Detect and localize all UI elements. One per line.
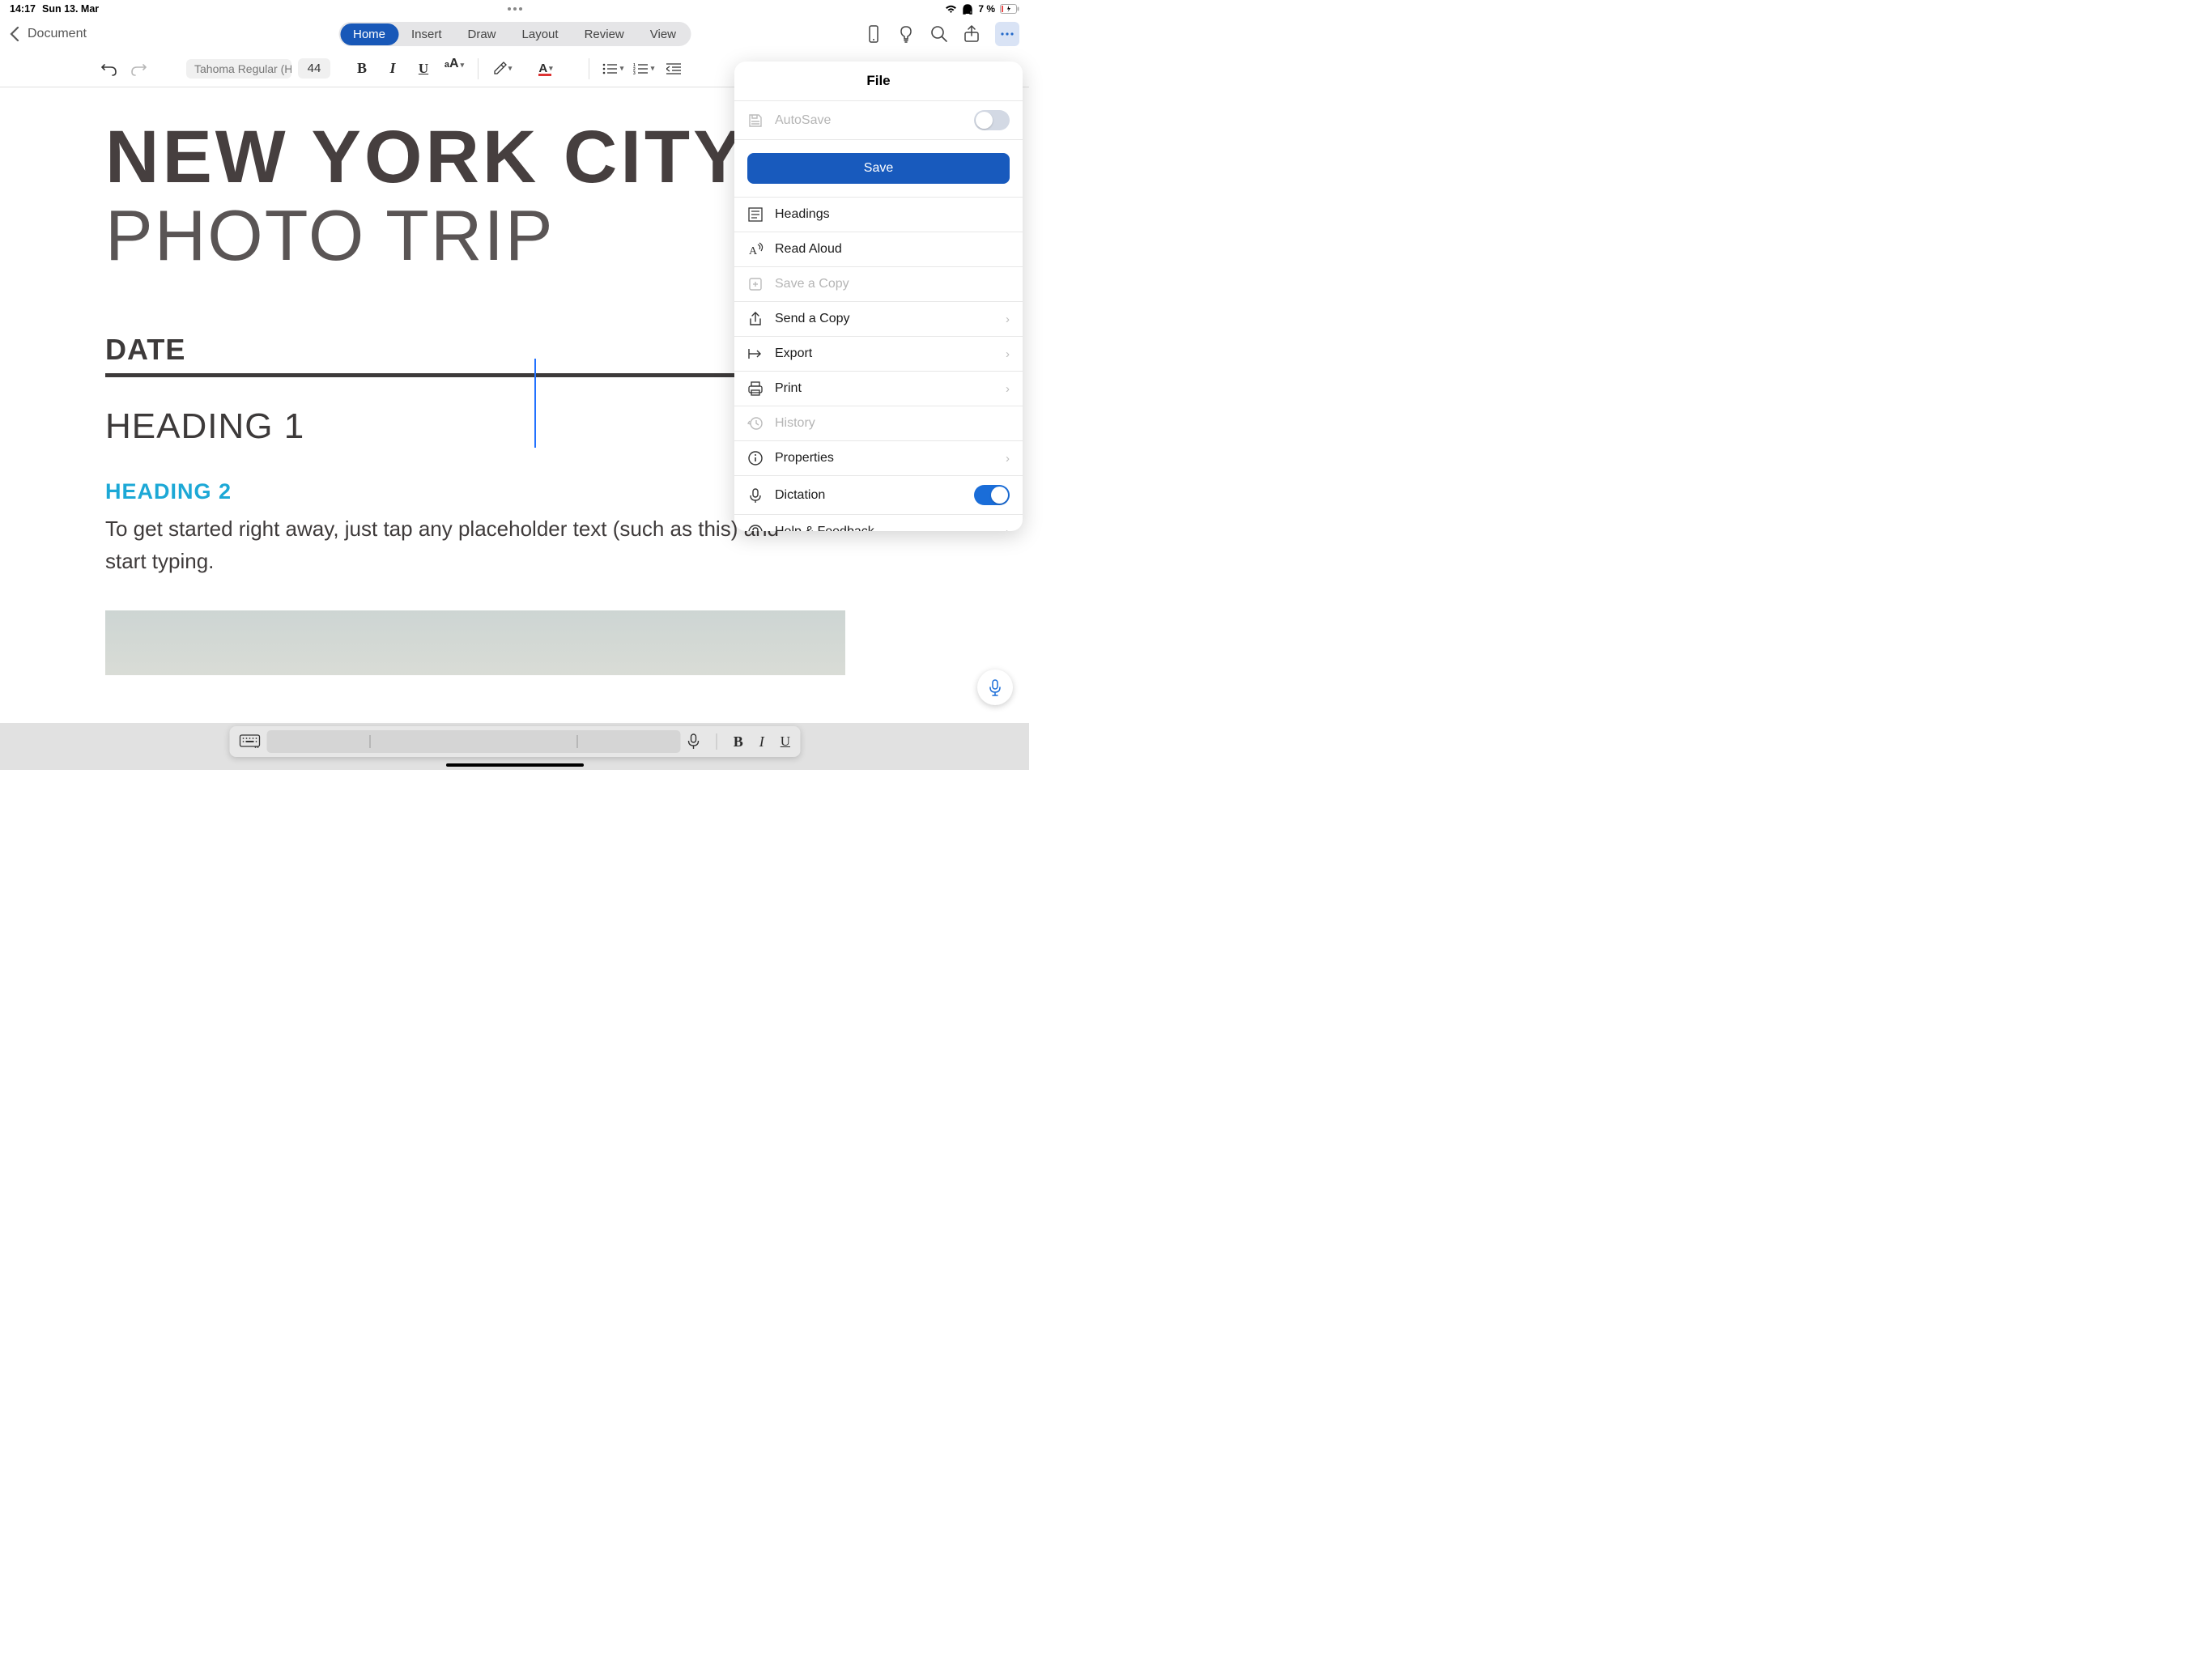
- export-icon: [747, 346, 764, 362]
- help-row[interactable]: Help & Feedback ›: [734, 514, 1023, 531]
- info-icon: [747, 450, 764, 466]
- shortcut-bar: B I U: [229, 726, 800, 757]
- chevron-right-icon: ›: [1006, 382, 1010, 396]
- tell-me-icon[interactable]: [898, 25, 916, 43]
- font-size-input[interactable]: 44: [298, 58, 330, 79]
- headings-label: Headings: [775, 207, 830, 222]
- file-panel-title: File: [734, 62, 1023, 100]
- battery-percent: 7 %: [978, 3, 995, 15]
- tab-review[interactable]: Review: [572, 23, 637, 45]
- read-aloud-row[interactable]: A Read Aloud: [734, 232, 1023, 266]
- multitask-dots[interactable]: [508, 7, 522, 11]
- dictation-row: Dictation: [734, 475, 1023, 514]
- mobile-view-icon[interactable]: [866, 25, 883, 43]
- dictate-icon[interactable]: [687, 733, 700, 750]
- headings-row[interactable]: Headings: [734, 197, 1023, 232]
- home-indicator[interactable]: [446, 763, 584, 767]
- read-aloud-label: Read Aloud: [775, 242, 842, 257]
- history-label: History: [775, 416, 815, 431]
- chevron-right-icon: ›: [1006, 525, 1010, 532]
- tab-home[interactable]: Home: [340, 23, 398, 45]
- chevron-right-icon: ›: [1006, 312, 1010, 326]
- print-label: Print: [775, 381, 802, 396]
- save-copy-row: Save a Copy: [734, 266, 1023, 301]
- back-button[interactable]: Document: [10, 27, 87, 41]
- predictive-text-field[interactable]: [266, 730, 681, 753]
- dictation-toggle[interactable]: [974, 485, 1010, 505]
- mic-icon: [747, 487, 764, 504]
- file-panel: File AutoSave Save Headings A Read Aloud: [734, 62, 1023, 531]
- underline-button[interactable]: U: [411, 57, 436, 81]
- status-bar: 14:17 Sun 13. Mar 7 %: [0, 0, 1029, 18]
- ribbon-tabs: Home Insert Draw Layout Review View: [338, 22, 691, 46]
- undo-button[interactable]: [97, 57, 121, 81]
- save-button[interactable]: Save: [747, 153, 1010, 184]
- send-copy-row[interactable]: Send a Copy ›: [734, 301, 1023, 336]
- status-date: Sun 13. Mar: [42, 3, 99, 15]
- font-color-swatch: [538, 74, 551, 76]
- share-icon[interactable]: [963, 25, 981, 43]
- numbered-list-button[interactable]: 123 ▾: [632, 57, 656, 81]
- bold-button[interactable]: B: [350, 57, 374, 81]
- history-row: History: [734, 406, 1023, 440]
- bullet-list-button[interactable]: ▾: [601, 57, 625, 81]
- document-title: Document: [28, 27, 87, 41]
- dictation-fab[interactable]: [977, 670, 1013, 705]
- help-icon: [747, 524, 764, 531]
- font-name-input[interactable]: Tahoma Regular (H: [186, 59, 291, 79]
- dictation-label: Dictation: [775, 488, 825, 503]
- search-icon[interactable]: [930, 25, 948, 43]
- wifi-icon: [945, 5, 957, 14]
- tab-layout[interactable]: Layout: [509, 23, 572, 45]
- save-copy-label: Save a Copy: [775, 277, 849, 291]
- font-color-button[interactable]: A ▾: [534, 57, 558, 81]
- autosave-label: AutoSave: [775, 113, 831, 128]
- export-label: Export: [775, 346, 812, 361]
- redo-button[interactable]: [126, 57, 151, 81]
- send-copy-icon: [747, 311, 764, 327]
- status-time: 14:17: [10, 3, 36, 15]
- autosave-icon: [747, 113, 764, 129]
- svg-text:A: A: [749, 245, 758, 257]
- doc-image-placeholder[interactable]: [105, 610, 845, 675]
- nav-header: Document Home Insert Draw Layout Review …: [0, 18, 1029, 50]
- save-copy-icon: [747, 276, 764, 292]
- headphones-icon: [962, 4, 973, 15]
- decrease-indent-button[interactable]: [662, 57, 687, 81]
- read-aloud-icon: A: [747, 241, 764, 257]
- send-copy-label: Send a Copy: [775, 312, 850, 326]
- bold-shortcut[interactable]: B: [734, 733, 743, 750]
- horizontal-rule: [105, 373, 844, 377]
- italic-button[interactable]: I: [381, 57, 405, 81]
- headings-icon: [747, 206, 764, 223]
- tab-insert[interactable]: Insert: [398, 23, 455, 45]
- help-label: Help & Feedback: [775, 525, 874, 531]
- svg-text:3: 3: [633, 71, 636, 74]
- properties-label: Properties: [775, 451, 834, 466]
- export-row[interactable]: Export ›: [734, 336, 1023, 371]
- italic-shortcut[interactable]: I: [759, 733, 764, 750]
- chevron-left-icon: [10, 27, 19, 41]
- keyboard-icon[interactable]: [239, 734, 260, 749]
- tab-view[interactable]: View: [637, 23, 689, 45]
- chevron-right-icon: ›: [1006, 452, 1010, 466]
- text-cursor: [534, 359, 536, 448]
- chevron-right-icon: ›: [1006, 347, 1010, 361]
- autosave-toggle[interactable]: [974, 110, 1010, 130]
- text-size-button[interactable]: aA▾: [442, 57, 466, 81]
- tab-draw[interactable]: Draw: [455, 23, 509, 45]
- toolbar-divider: [478, 58, 479, 79]
- underline-shortcut[interactable]: U: [781, 733, 790, 750]
- doc-body-text[interactable]: To get started right away, just tap any …: [105, 512, 793, 578]
- battery-icon: [1000, 4, 1019, 14]
- autosave-row: AutoSave: [734, 100, 1023, 139]
- history-icon: [747, 415, 764, 432]
- print-icon: [747, 380, 764, 397]
- more-button[interactable]: [995, 22, 1019, 46]
- highlight-button[interactable]: ▾: [490, 57, 514, 81]
- print-row[interactable]: Print ›: [734, 371, 1023, 406]
- properties-row[interactable]: Properties ›: [734, 440, 1023, 475]
